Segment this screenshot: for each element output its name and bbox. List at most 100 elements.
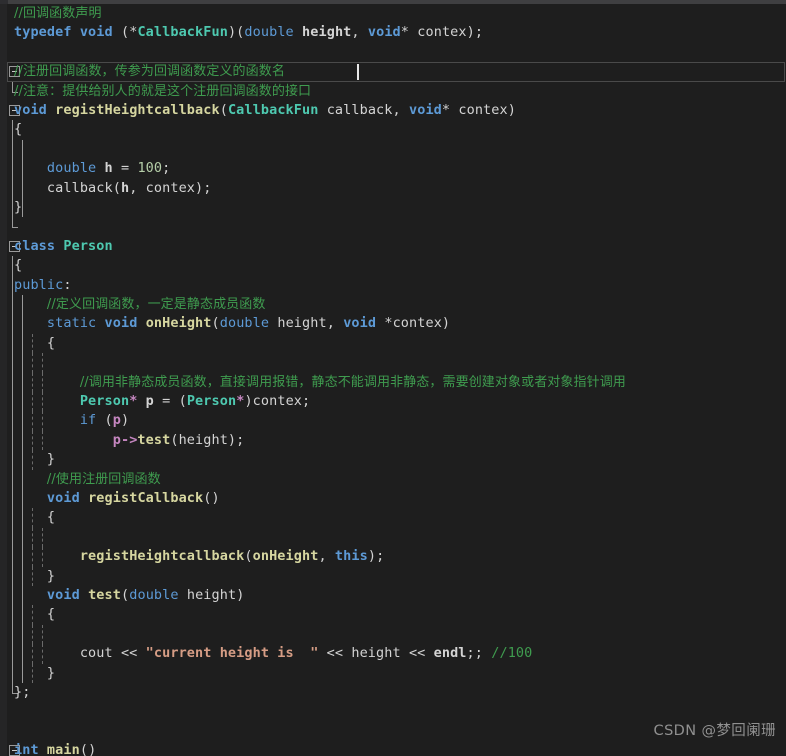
indent-guide-line [12, 411, 13, 431]
indent-guide-line [12, 527, 13, 548]
indent-guide-line [12, 547, 13, 567]
code-line-text: void registCallback() [46, 490, 220, 506]
fold-gutter[interactable] [0, 43, 26, 62]
fold-gutter[interactable] [0, 702, 26, 721]
code-line-text: public: [14, 276, 72, 293]
indent-guide-line [12, 663, 13, 683]
code-line[interactable]: //调用非静态成员函数，直接调用报错，静态不能调用非静态，需要创建对象或者对象指… [0, 372, 786, 392]
indent-guide-line [12, 372, 13, 392]
code-line[interactable]: Person* p = (Person*)contex; [0, 392, 786, 412]
indent-guide-line [12, 198, 13, 218]
code-line-text: //注意：提供给别人的就是这个注册回调函数的接口 [14, 83, 312, 99]
code-line[interactable]: { [0, 605, 786, 625]
code-line-text: callback(h, contex); [14, 179, 212, 196]
code-line-text: void registHeightcallback(CallbackFun ca… [14, 102, 516, 118]
code-line[interactable]: static void onHeight(double height, void… [0, 314, 786, 334]
indent-guide-line [42, 527, 43, 548]
code-line-text: //调用非静态成员函数，直接调用报错，静态不能调用非静态，需要创建对象或者对象指… [79, 374, 626, 390]
indent-guide-line [32, 527, 33, 548]
code-line[interactable]: callback(h, contex); [0, 178, 786, 198]
code-line-text: //注册回调函数，传参为回调函数定义的函数名 [14, 64, 285, 80]
indent-guide-line [12, 430, 13, 451]
indent-guide-line [12, 256, 13, 276]
code-line-text: } [14, 567, 56, 584]
indent-guide-line [12, 489, 13, 509]
code-line[interactable]: { [0, 256, 786, 276]
code-line-text: typedef void (*CallbackFun)(double heigh… [14, 24, 484, 41]
code-text-area[interactable]: //回调函数声明 typedef void (*CallbackFun)(doub… [0, 4, 786, 756]
indent-guide-line [12, 275, 13, 295]
code-line[interactable]: p->test(height); [0, 430, 786, 451]
indent-guide-line [22, 624, 23, 645]
code-line-text: //使用注册回调函数 [46, 471, 161, 487]
code-line[interactable]: if (p) [0, 411, 786, 431]
code-line-text: registHeightcallback(onHeight, this); [79, 548, 385, 565]
indent-guide-line [12, 139, 13, 160]
code-line[interactable]: } [0, 663, 786, 683]
code-line[interactable]: } [0, 450, 786, 470]
indent-guide-line [12, 217, 18, 229]
code-line[interactable]: //使用注册回调函数 [0, 469, 786, 489]
code-line-text: double h = 100; [46, 160, 171, 177]
code-line-text: } [14, 199, 23, 215]
code-line[interactable]: { [0, 508, 786, 528]
indent-guide-line [12, 295, 13, 315]
indent-guide-line [12, 469, 13, 489]
indent-guide-line [12, 392, 13, 412]
fold-gutter[interactable] [0, 722, 26, 741]
code-line-text: //回调函数声明 [14, 6, 102, 21]
code-line-text: static void onHeight(double height, void… [46, 315, 451, 332]
code-line-text: p->test(height); [112, 431, 245, 448]
code-line[interactable]: } [0, 566, 786, 586]
code-line[interactable] [0, 139, 786, 160]
code-line[interactable]: void registHeightcallback(CallbackFun ca… [0, 101, 786, 120]
code-line-text: //定义回调函数，一定是静态成员函数 [46, 297, 266, 312]
code-line[interactable]: //定义回调函数，一定是静态成员函数 [0, 295, 786, 315]
code-line[interactable]: typedef void (*CallbackFun)(double heigh… [0, 23, 786, 42]
code-editor-window[interactable]: //回调函数声明 typedef void (*CallbackFun)(doub… [0, 0, 786, 756]
indent-guide-line [32, 353, 33, 373]
watermark-label: CSDN @梦回阑珊 [653, 723, 776, 739]
code-line-text: } [14, 451, 56, 468]
code-line[interactable]: //注意：提供给别人的就是这个注册回调函数的接口 [0, 81, 786, 101]
code-line[interactable]: registHeightcallback(onHeight, this); [0, 547, 786, 567]
code-line[interactable] [0, 527, 786, 548]
code-line[interactable]: void test(double height) [0, 586, 786, 606]
code-line-text: { [14, 257, 23, 274]
indent-guide-line [22, 139, 23, 160]
indent-guide-line [12, 314, 13, 334]
indent-guide-line [12, 566, 13, 586]
code-line[interactable]: class Person [0, 237, 786, 256]
code-line[interactable]: { [0, 120, 786, 140]
indent-guide-line [22, 353, 23, 373]
indent-guide-line [12, 178, 13, 198]
code-line[interactable]: //注册回调函数，传参为回调函数定义的函数名 [0, 62, 786, 82]
code-line-text: if (p) [79, 412, 130, 429]
code-line[interactable]: cout << "current height is " << height <… [0, 644, 786, 664]
code-line[interactable] [0, 217, 786, 236]
indent-guide-line [12, 644, 13, 664]
code-line[interactable]: //回调函数声明 [0, 4, 786, 23]
code-line[interactable]: }; [0, 683, 786, 702]
text-caret [357, 64, 359, 81]
code-line[interactable]: int main() [0, 741, 786, 756]
code-line[interactable]: double h = 100; [0, 159, 786, 179]
indent-guide-line [12, 120, 13, 140]
indent-guide-line [22, 527, 23, 548]
indent-guide-line [12, 81, 18, 93]
code-line[interactable] [0, 353, 786, 373]
code-line[interactable] [0, 43, 786, 62]
indent-guide-line [42, 624, 43, 645]
indent-guide-line [42, 353, 43, 373]
indent-guide-line [12, 605, 13, 625]
indent-guide-line [12, 624, 13, 645]
code-line-text: { [14, 606, 56, 623]
code-line[interactable]: public: [0, 275, 786, 295]
code-line-text: cout << "current height is " << height <… [14, 645, 533, 662]
indent-guide-line [12, 683, 18, 694]
code-line[interactable]: } [0, 198, 786, 218]
code-line-text: }; [14, 684, 31, 700]
code-line[interactable]: void registCallback() [0, 489, 786, 509]
code-line[interactable] [0, 624, 786, 645]
code-line[interactable]: { [0, 333, 786, 354]
